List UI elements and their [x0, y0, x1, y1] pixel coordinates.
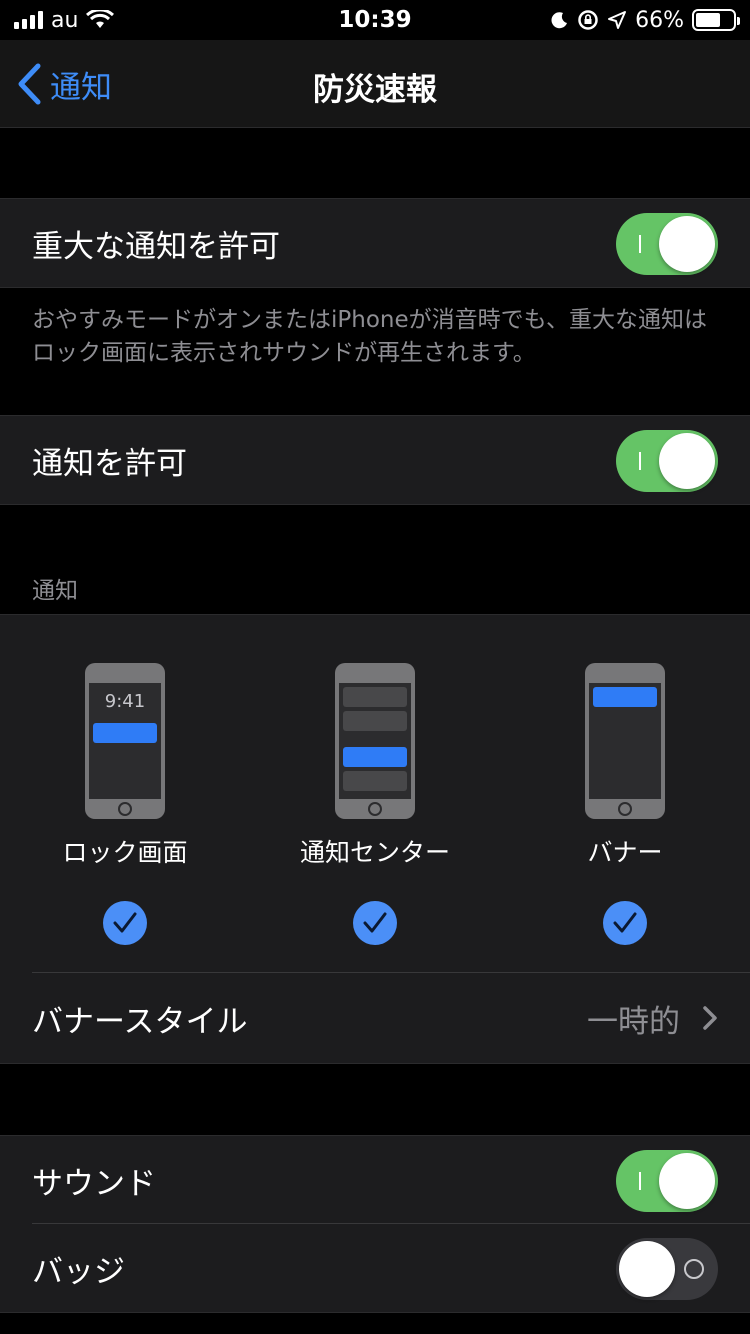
critical-alerts-toggle[interactable]: [616, 213, 718, 275]
notification-center-preview-icon: [335, 663, 415, 819]
alert-style-banner[interactable]: バナー: [500, 663, 750, 945]
alerts-section-header: 通知: [32, 578, 78, 604]
alert-style-notification-center[interactable]: 通知センター: [250, 663, 500, 945]
battery-percent: 66%: [635, 7, 684, 33]
sound-row: サウンド: [0, 1136, 750, 1224]
allow-notifications-toggle[interactable]: [616, 430, 718, 492]
status-bar: au 10:39 66%: [0, 0, 750, 40]
banner-style-row[interactable]: バナースタイル 一時的: [0, 973, 750, 1063]
lock-screen-checkmark-icon[interactable]: [103, 901, 147, 945]
sound-badge-group: サウンド バッジ: [0, 1135, 750, 1313]
notification-center-checkmark-icon[interactable]: [353, 901, 397, 945]
chevron-right-icon: [703, 1006, 717, 1030]
cellular-signal-icon: [14, 11, 43, 29]
lock-screen-label: ロック画面: [62, 838, 188, 867]
alert-style-picker: 9:41 ロック画面 通知センター バナー: [0, 615, 750, 973]
page-title: 防災速報: [313, 72, 437, 108]
toggle-knob: [659, 433, 715, 489]
alerts-group: 9:41 ロック画面 通知センター バナー バナースタイル 一時的: [0, 614, 750, 1064]
critical-alerts-row: 重大な通知を許可: [0, 199, 750, 287]
wifi-icon: [86, 10, 115, 28]
toggle-on-mark-icon: [639, 235, 641, 253]
critical-alerts-footer: おやすみモードがオンまたはiPhoneが消音時でも、重大な通知はロック画面に表示…: [32, 307, 707, 366]
critical-alerts-label: 重大な通知を許可: [32, 228, 280, 265]
badge-label: バッジ: [32, 1253, 125, 1290]
alert-style-lock-screen[interactable]: 9:41 ロック画面: [0, 663, 250, 945]
toggle-knob: [659, 216, 715, 272]
allow-notifications-row: 通知を許可: [0, 416, 750, 504]
toggle-knob: [619, 1241, 675, 1297]
carrier-name: au: [51, 7, 79, 33]
banner-checkmark-icon[interactable]: [603, 901, 647, 945]
preview-time: 9:41: [104, 691, 146, 712]
allow-notifications-label: 通知を許可: [32, 445, 187, 482]
lock-screen-preview-icon: 9:41: [85, 663, 165, 819]
badge-row: バッジ: [0, 1224, 750, 1312]
notification-center-label: 通知センター: [299, 838, 450, 867]
banner-label: バナー: [587, 838, 663, 867]
toggle-on-mark-icon: [639, 452, 641, 470]
banner-style-value: 一時的: [587, 1003, 680, 1040]
critical-alerts-group: 重大な通知を許可: [0, 198, 750, 288]
location-arrow-icon: [608, 11, 627, 29]
allow-notifications-group: 通知を許可: [0, 415, 750, 505]
sound-label: サウンド: [32, 1165, 156, 1202]
banner-style-label: バナースタイル: [32, 1003, 248, 1040]
badge-toggle[interactable]: [616, 1238, 718, 1300]
rotation-lock-icon: [578, 10, 598, 30]
battery-icon: [692, 9, 740, 31]
banner-preview-icon: [585, 663, 665, 819]
navigation-bar: 通知 防災速報: [0, 40, 750, 128]
toggle-knob: [659, 1153, 715, 1209]
toggle-on-mark-icon: [639, 1172, 641, 1190]
toggle-off-mark-icon: [684, 1259, 704, 1279]
moon-icon: [551, 12, 568, 29]
sound-toggle[interactable]: [616, 1150, 718, 1212]
